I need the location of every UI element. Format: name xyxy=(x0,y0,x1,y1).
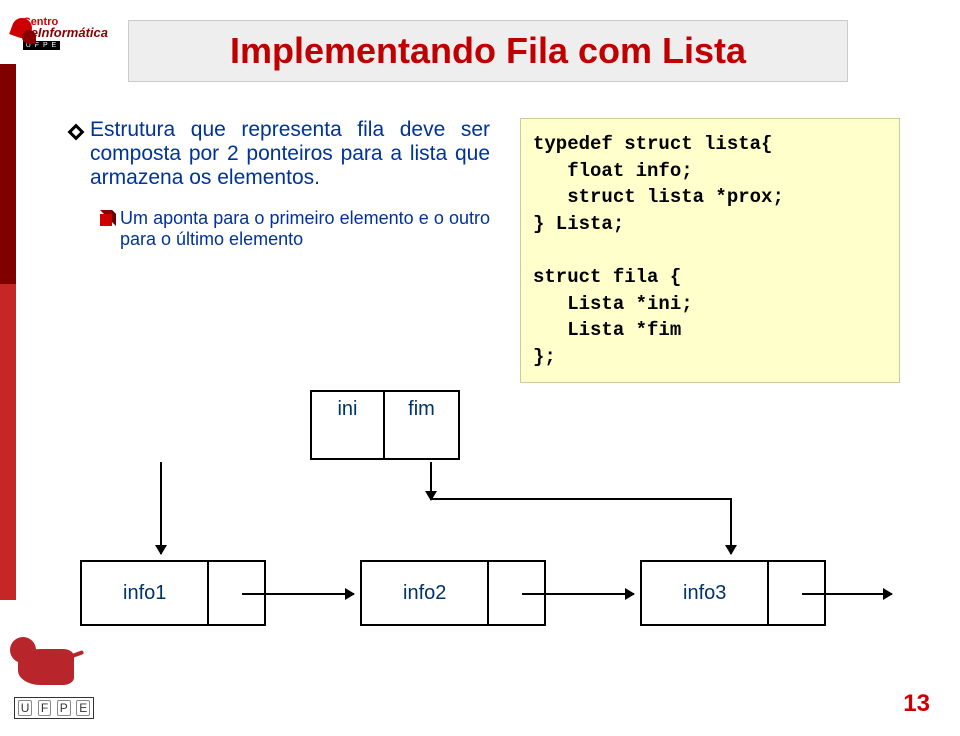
bullet-sub-text: Um aponta para o primeiro elemento e o o… xyxy=(120,208,490,250)
bullet-sub: Um aponta para o primeiro elemento e o o… xyxy=(100,208,490,250)
arrow-ini-down xyxy=(160,462,162,554)
arrow-fim-seg3 xyxy=(730,498,732,554)
swirl-icon xyxy=(8,16,19,50)
letter-e: E xyxy=(76,700,90,716)
arrow-node1-to-node2 xyxy=(242,593,354,595)
diamond-bullet-icon xyxy=(68,124,85,141)
arrow-node3-out xyxy=(802,593,892,595)
node3-info: info3 xyxy=(642,562,769,624)
page-number: 13 xyxy=(903,690,930,718)
fim-label: fim xyxy=(408,398,435,421)
slide-title-box: Implementando Fila com Lista xyxy=(128,20,848,82)
arrow-fim-seg2 xyxy=(430,498,730,500)
code-box: typedef struct lista{ float info; struct… xyxy=(520,118,900,383)
logo-top: Centro deInformática U F P E xyxy=(8,8,108,58)
arrow-node2-to-node3 xyxy=(522,593,634,595)
list-node-2: info2 xyxy=(360,560,546,626)
ini-cell: ini xyxy=(312,392,385,458)
stripe-light xyxy=(0,284,16,600)
cube-bullet-icon xyxy=(100,214,112,226)
letter-u: U xyxy=(18,700,33,716)
queue-pointer-box: ini fim xyxy=(310,390,460,460)
ufpe-letters: U F P E xyxy=(14,697,94,719)
list-node-3: info3 xyxy=(640,560,826,626)
ini-label: ini xyxy=(337,398,357,421)
lion-icon xyxy=(8,633,88,693)
node1-info: info1 xyxy=(82,562,209,624)
stripe-dark xyxy=(0,64,16,284)
bullet-main-text: Estrutura que representa fila deve ser c… xyxy=(90,118,490,190)
left-column: Estrutura que representa fila deve ser c… xyxy=(70,118,490,383)
bullet-main: Estrutura que representa fila deve ser c… xyxy=(70,118,490,190)
logo-bottom: U F P E xyxy=(8,633,108,728)
content-area: Estrutura que representa fila deve ser c… xyxy=(70,118,930,383)
letter-f: F xyxy=(38,700,51,716)
letter-p: P xyxy=(57,700,71,716)
fim-cell: fim xyxy=(385,392,458,458)
arrow-fim-seg1 xyxy=(430,462,432,500)
list-node-1: info1 xyxy=(80,560,266,626)
logo-text: Centro deInformática U F P E xyxy=(23,17,108,50)
slide-title: Implementando Fila com Lista xyxy=(230,30,746,72)
node2-info: info2 xyxy=(362,562,489,624)
